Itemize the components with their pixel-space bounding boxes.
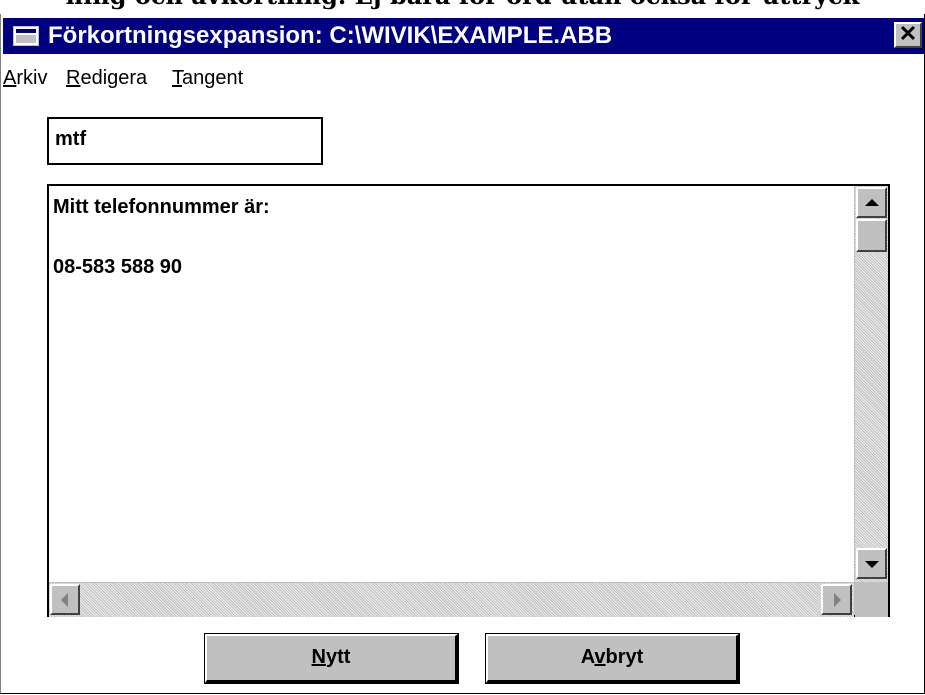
menu-redigera-mnemonic: R bbox=[66, 67, 81, 89]
system-menu-icon[interactable] bbox=[13, 26, 39, 46]
scroll-up-arrow-icon bbox=[865, 199, 879, 206]
scroll-right-arrow-icon bbox=[834, 593, 841, 607]
vertical-scroll-thumb[interactable] bbox=[856, 219, 887, 252]
expansion-line bbox=[53, 222, 850, 252]
menu-arkiv[interactable]: Arkiv bbox=[3, 58, 47, 98]
horizontal-scrollbar[interactable] bbox=[49, 583, 854, 617]
expansion-line: Mitt telefonnummer är: bbox=[53, 196, 270, 218]
scroll-left-arrow-icon bbox=[61, 593, 68, 607]
menu-redigera[interactable]: Redigera bbox=[66, 58, 147, 98]
cropped-heading-text: ning och avkortning. Ej bara för ord uta… bbox=[0, 0, 925, 10]
menu-tangent-label: angent bbox=[182, 67, 244, 89]
close-icon: ✕ bbox=[898, 21, 918, 46]
abbreviation-input[interactable]: mtf bbox=[47, 117, 323, 165]
cancel-button-label-start: A bbox=[580, 646, 595, 668]
new-button-mnemonic: N bbox=[311, 646, 326, 668]
scroll-down-button[interactable] bbox=[856, 548, 887, 579]
menu-bar: Arkiv Redigera Tangent bbox=[3, 58, 924, 98]
close-button[interactable]: ✕ bbox=[894, 22, 922, 48]
new-button[interactable]: Nytt bbox=[204, 633, 459, 684]
cancel-button-mnemonic: v bbox=[594, 646, 606, 668]
new-button-label: ytt bbox=[326, 646, 351, 668]
scroll-right-button[interactable] bbox=[821, 584, 852, 615]
scroll-left-button[interactable] bbox=[50, 584, 80, 615]
title-bar[interactable]: Förkortningsexpansion: C:\WIVIK\EXAMPLE.… bbox=[3, 18, 924, 54]
scrollbar-corner bbox=[855, 583, 888, 617]
scroll-down-arrow-icon bbox=[865, 561, 879, 568]
menu-redigera-label: edigera bbox=[80, 67, 148, 89]
abbreviation-expansion-window: Förkortningsexpansion: C:\WIVIK\EXAMPLE.… bbox=[0, 14, 925, 694]
cancel-button[interactable]: Avbryt bbox=[485, 633, 740, 684]
menu-arkiv-mnemonic: A bbox=[3, 67, 17, 89]
menu-tangent-mnemonic: T bbox=[172, 67, 182, 89]
window-title: Förkortningsexpansion: C:\WIVIK\EXAMPLE.… bbox=[48, 22, 613, 49]
scroll-up-button[interactable] bbox=[856, 187, 887, 218]
cancel-button-label-end: bryt bbox=[605, 646, 644, 668]
expansion-text-area: Mitt telefonnummer är: 08-583 588 90 bbox=[47, 184, 890, 617]
vertical-scrollbar[interactable] bbox=[855, 186, 888, 582]
page: ning och avkortning. Ej bara för ord uta… bbox=[0, 0, 925, 695]
menu-tangent[interactable]: Tangent bbox=[172, 58, 243, 98]
expansion-line: 08-583 588 90 bbox=[53, 256, 183, 278]
expansion-text-content[interactable]: Mitt telefonnummer är: 08-583 588 90 bbox=[49, 186, 854, 582]
menu-arkiv-label: rkiv bbox=[16, 67, 48, 89]
